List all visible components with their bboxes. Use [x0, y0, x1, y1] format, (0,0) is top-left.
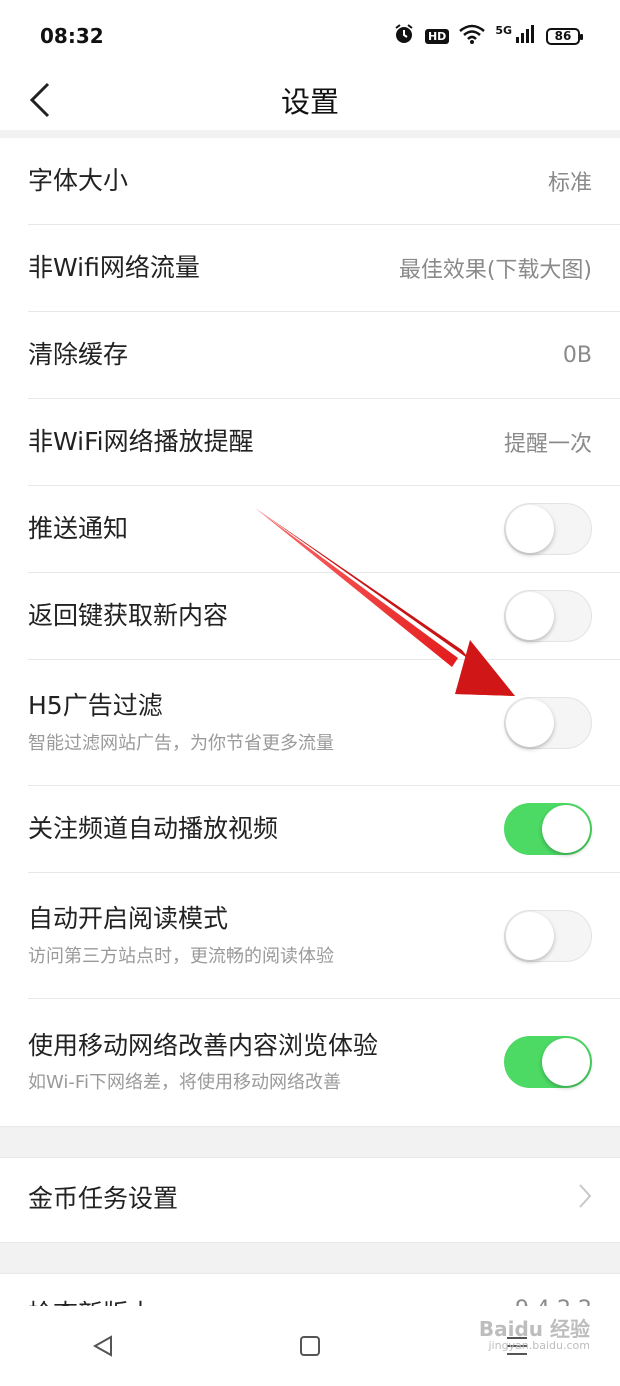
- setting-value: 最佳效果(下载大图): [398, 258, 592, 283]
- setting-reading-mode: 自动开启阅读模式 访问第三方站点时，更流畅的阅读体验: [28, 873, 620, 999]
- toggle-knob: [542, 1038, 590, 1086]
- alarm-icon: [393, 23, 415, 49]
- status-time: 08:32: [40, 24, 104, 48]
- square-home-icon: [299, 1336, 320, 1356]
- setting-label: 非WiFi网络播放提醒: [28, 426, 254, 456]
- setting-back-key-refresh: 返回键获取新内容: [28, 573, 620, 660]
- setting-label: 返回键获取新内容: [28, 600, 229, 630]
- battery-indicator: 86: [546, 27, 583, 45]
- mobile-network-boost-toggle[interactable]: [504, 1036, 592, 1088]
- chevron-right-icon: [578, 1183, 592, 1215]
- triangle-back-icon: [93, 1335, 113, 1357]
- wifi-icon: [459, 24, 486, 48]
- toggle-knob: [542, 805, 590, 853]
- setting-label: 金币任务设置: [28, 1183, 179, 1213]
- setting-value: 0B: [562, 342, 592, 368]
- setting-value: 标准: [547, 171, 592, 196]
- section-divider: [0, 130, 620, 138]
- setting-label: 清除缓存: [28, 339, 129, 369]
- setting-autoplay-video: 关注频道自动播放视频: [28, 786, 620, 873]
- setting-description: 智能过滤网站广告，为你节省更多流量: [28, 732, 334, 754]
- setting-clear-cache[interactable]: 清除缓存 0B: [28, 312, 620, 399]
- setting-font-size[interactable]: 字体大小 标准: [28, 138, 620, 225]
- setting-text: H5广告过滤 智能过滤网站广告，为你节省更多流量: [28, 690, 334, 755]
- reading-mode-toggle[interactable]: [504, 909, 592, 962]
- top-bar: 设置: [0, 72, 620, 128]
- setting-text: 自动开启阅读模式 访问第三方站点时，更流畅的阅读体验: [28, 903, 334, 968]
- watermark-brand: Baidu 经验: [478, 1317, 590, 1341]
- page-title: 设置: [280, 85, 339, 119]
- setting-label: 自动开启阅读模式: [28, 904, 229, 934]
- setting-label: 字体大小: [28, 165, 129, 195]
- setting-push-notifications: 推送通知: [28, 486, 620, 573]
- status-bar: 08:32 HD 5G 86: [0, 0, 620, 72]
- setting-label: 推送通知: [28, 513, 129, 543]
- watermark: Baidu 经验 jingyan.baidu.com: [479, 1318, 590, 1352]
- back-key-refresh-toggle[interactable]: [504, 590, 592, 642]
- network-type: 5G: [495, 23, 512, 37]
- toggle-knob: [506, 505, 554, 553]
- push-notifications-toggle[interactable]: [504, 503, 592, 555]
- back-button[interactable]: [28, 78, 68, 122]
- toggle-knob: [506, 911, 554, 960]
- setting-value: 提醒一次: [503, 432, 592, 457]
- toggle-knob: [506, 592, 554, 640]
- chevron-left-icon: [29, 82, 50, 118]
- setting-text: 使用移动网络改善内容浏览体验 如Wi-Fi下网络差，将使用移动网络改善: [28, 1030, 378, 1095]
- nav-home-button[interactable]: [280, 1316, 340, 1376]
- status-icons: HD 5G 86: [393, 23, 583, 49]
- setting-label: H5广告过滤: [28, 691, 163, 721]
- setting-non-wifi-play-reminder[interactable]: 非WiFi网络播放提醒 提醒一次: [28, 399, 620, 486]
- h5-ad-filter-toggle[interactable]: [504, 696, 592, 749]
- settings-list: 字体大小 标准 非Wifi网络流量 最佳效果(下载大图) 清除缓存 0B 非Wi…: [0, 138, 620, 1125]
- section-divider: [0, 1126, 620, 1158]
- signal-icon: [516, 25, 536, 47]
- setting-non-wifi-traffic[interactable]: 非Wifi网络流量 最佳效果(下载大图): [28, 225, 620, 312]
- autoplay-video-toggle[interactable]: [504, 803, 592, 855]
- setting-h5-ad-filter: H5广告过滤 智能过滤网站广告，为你节省更多流量: [28, 660, 620, 786]
- section-divider: [0, 1242, 620, 1274]
- toggle-knob: [506, 698, 554, 747]
- setting-description: 访问第三方站点时，更流畅的阅读体验: [28, 945, 334, 967]
- setting-mobile-network-boost: 使用移动网络改善内容浏览体验 如Wi-Fi下网络差，将使用移动网络改善: [28, 999, 620, 1125]
- setting-description: 如Wi-Fi下网络差，将使用移动网络改善: [28, 1072, 341, 1094]
- hd-badge: HD: [424, 28, 450, 44]
- setting-label: 非Wifi网络流量: [28, 252, 200, 282]
- watermark-url: jingyan.baidu.com: [488, 1339, 590, 1352]
- nav-back-button[interactable]: [73, 1316, 133, 1376]
- setting-label: 关注频道自动播放视频: [28, 813, 279, 843]
- setting-label: 使用移动网络改善内容浏览体验: [28, 1030, 379, 1060]
- setting-coin-tasks[interactable]: 金币任务设置: [0, 1156, 620, 1242]
